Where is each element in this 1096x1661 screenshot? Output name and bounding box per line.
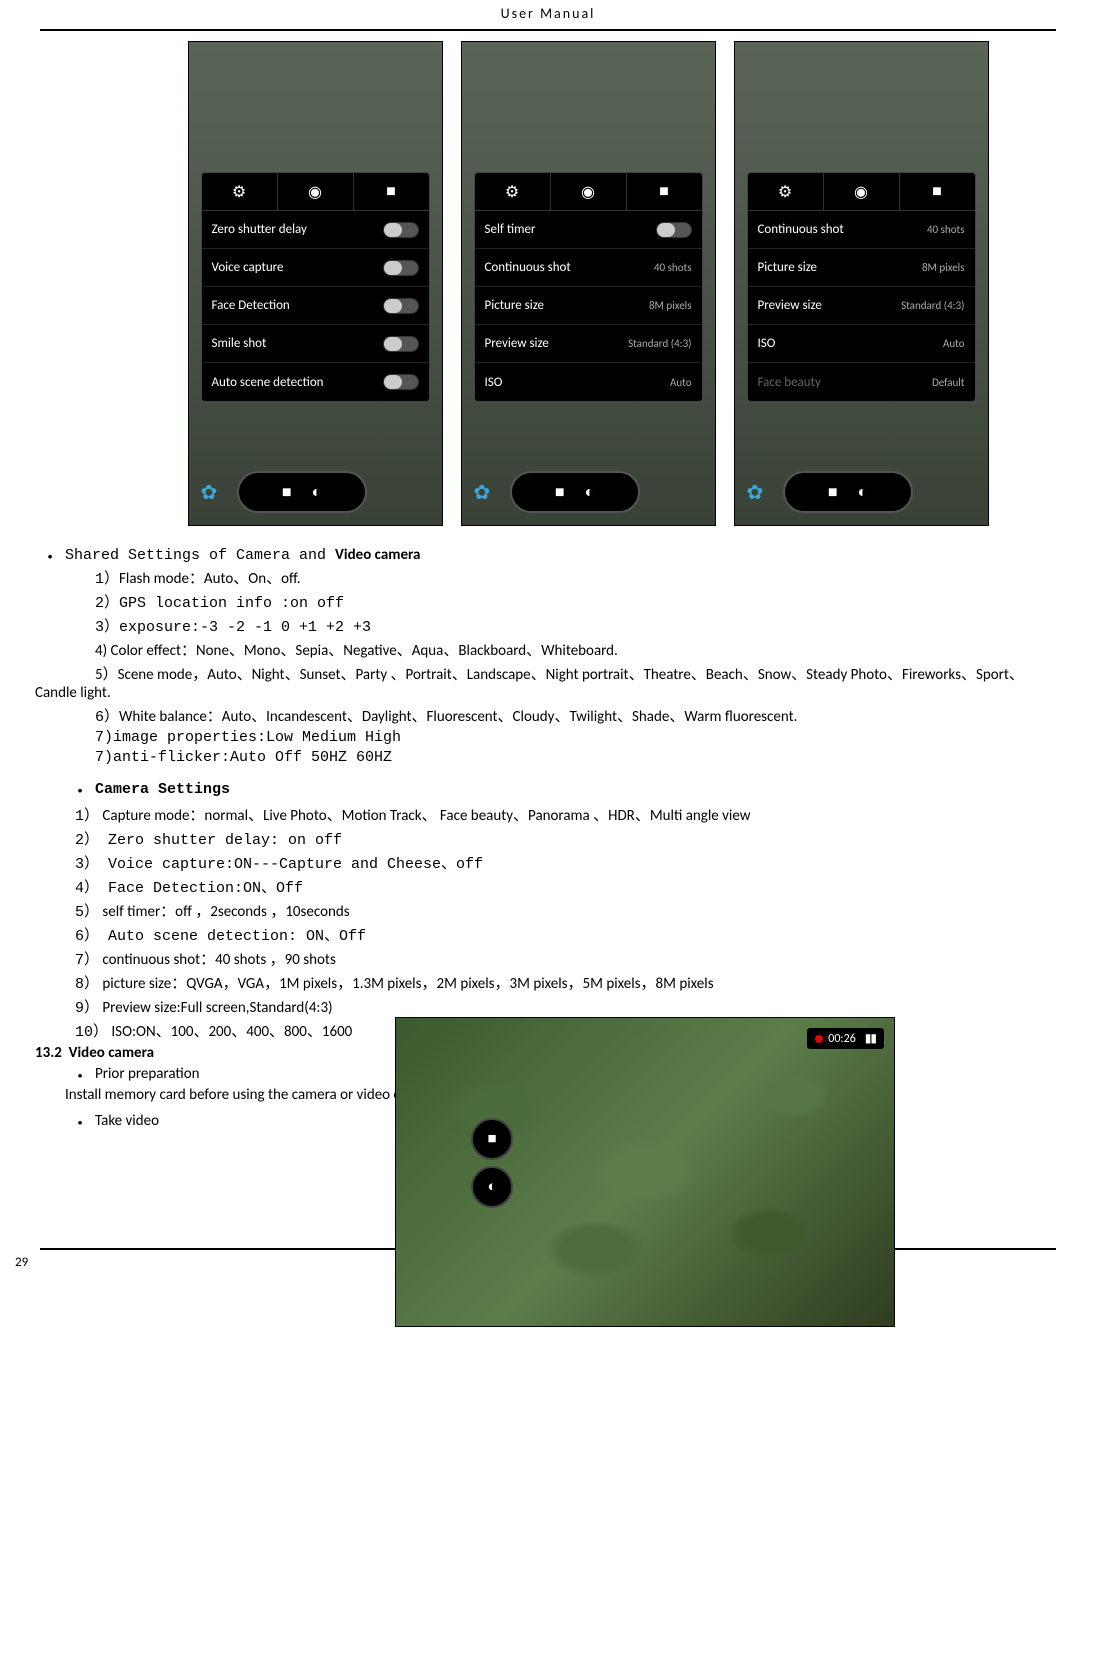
recording-timer: 00:26 ▮▮ [807,1028,884,1049]
capture-pill: ■ ◐ [510,471,640,513]
camera-icon: ◉ [581,182,595,202]
shutter-icon: ◐ [487,1178,496,1196]
videocam-icon: ■ [282,483,292,502]
list-item: 4) Color effect：None、Mono、Sepia、Negative… [95,639,1061,660]
sliders-icon: ⚙ [505,182,519,202]
video-screenshot: 00:26 ▮▮ ■ ◐ [395,1017,895,1327]
sliders-icon: ⚙ [232,182,246,202]
screenshot-1: ⚙ ◉ ■ Zero shutter delay Voice capture F… [188,41,443,526]
camera-settings-heading: ● Camera Settings [65,780,1061,798]
gear-icon: ✿ [201,480,225,504]
sliders-icon: ⚙ [778,182,792,202]
shutter-icon: ◐ [312,483,322,502]
shutter-icon: ◐ [585,483,595,502]
setting-row: Voice capture [202,249,429,287]
video-mode-button: ■ [471,1118,513,1160]
camera-icon: ◉ [308,182,322,202]
header-rule [40,29,1056,31]
setting-row: Zero shutter delay [202,211,429,249]
shutter-icon: ◐ [858,483,868,502]
video-icon: ■ [386,182,396,201]
list-item: 6） Auto scene detection: ON、Off [75,924,1061,945]
setting-row: Smile shot [202,325,429,363]
setting-row: Auto scene detection [202,363,429,401]
video-icon: ■ [659,182,669,201]
videocam-icon: ■ [555,483,565,502]
toggle-icon [383,336,419,352]
list-item: 3） Voice capture:ON---Capture and Cheese… [75,852,1061,873]
screenshots-row: ⚙ ◉ ■ Zero shutter delay Voice capture F… [80,41,1096,526]
list-item: 7)anti-flicker:Auto Off 50HZ 60HZ [95,749,1061,766]
capture-pill: ■ ◐ [237,471,367,513]
video-icon: ■ [932,182,942,201]
list-item: 5）Scene mode，Auto、Night、Sunset、Party 、Po… [35,663,1061,702]
toggle-icon [383,260,419,276]
gear-icon: ✿ [747,480,771,504]
screenshot-3: ⚙ ◉ ■ Continuous shot40 shots Picture si… [734,41,989,526]
screenshot-2: ⚙ ◉ ■ Self timer Continuous shot40 shots… [461,41,716,526]
toggle-icon [383,374,419,390]
list-item: 8） picture size：QVGA，VGA，1M pixels，1.3M … [75,972,1061,993]
list-item: 2） Zero shutter delay: on off [75,828,1061,849]
toggle-icon [383,222,419,238]
list-item: 7)image properties:Low Medium High [95,729,1061,746]
tab-sliders: ⚙ [202,173,278,210]
list-item: 4） Face Detection:ON、Off [75,876,1061,897]
tab-video: ■ [354,173,429,210]
list-item: 3）exposure:-3 -2 -1 0 +1 +2 +3 [95,615,1061,636]
shared-settings-heading: ● Shared Settings of Camera and Video ca… [35,546,1061,564]
record-dot-icon [815,1035,823,1043]
toggle-icon [383,298,419,314]
list-item: 1） Capture mode：normal、Live Photo、Motion… [75,804,1061,825]
camera-icon: ◉ [854,182,868,202]
gear-icon: ✿ [474,480,498,504]
videocam-icon: ■ [828,483,838,502]
toggle-icon [656,222,692,238]
pause-icon: ▮▮ [865,1031,876,1046]
list-item: 1）Flash mode：Auto、On、off. [95,567,1061,588]
setting-row: Face Detection [202,287,429,325]
list-item: 5） self timer：off ，2seconds ，10seconds [75,900,1061,921]
list-item: 7） continuous shot：40 shots ，90 shots [75,948,1061,969]
list-item: 6）White balance：Auto、Incandescent、Daylig… [95,705,1061,726]
tab-camera: ◉ [278,173,354,210]
capture-pill: ■ ◐ [783,471,913,513]
list-item: 2）GPS location info :on off [95,591,1061,612]
list-item: 9） Preview size:Full screen,Standard(4:3… [75,996,1061,1017]
shutter-button: ◐ [471,1166,513,1208]
page-header: User Manual [0,0,1096,27]
videocam-icon: ■ [487,1130,496,1148]
